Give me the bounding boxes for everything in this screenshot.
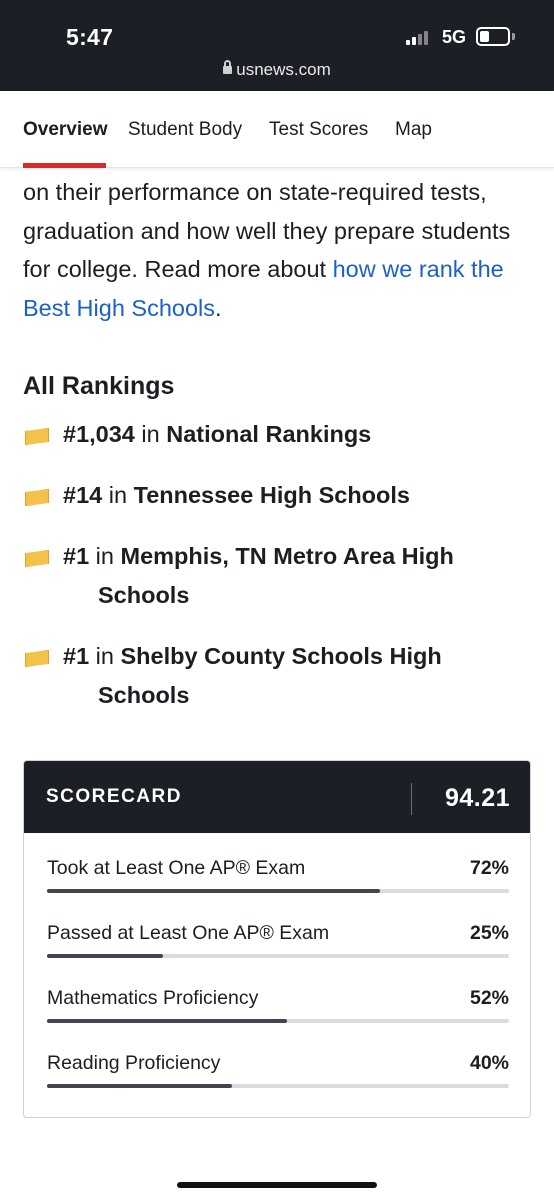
metric-value: 25%: [469, 922, 509, 944]
metric-name: Reading Proficiency: [47, 1052, 221, 1074]
tab-overview[interactable]: Overview: [23, 119, 108, 141]
metric-name: Mathematics Proficiency: [47, 987, 259, 1009]
metric-row: Reading Proficiency 40%: [47, 1052, 509, 1112]
section-tabs: Overview Student Body Test Scores Map: [0, 91, 554, 168]
metric-row: Passed at Least One AP® Exam 25%: [47, 922, 509, 982]
battery-tip: [512, 33, 515, 40]
rank-number: #14: [63, 482, 103, 508]
tab-test-scores[interactable]: Test Scores: [269, 119, 368, 141]
rank-category: National Rankings: [166, 421, 372, 447]
rank-category-cont: Schools: [98, 681, 190, 708]
ranking-item[interactable]: #14 in Tennessee High Schools: [23, 476, 533, 515]
ranking-badge-icon: [25, 489, 49, 506]
scorecard-header: SCORECARD 94.21: [24, 761, 530, 833]
rankings-heading: All Rankings: [23, 372, 175, 400]
browser-top-bar: 5:47 5G usnews.com: [0, 0, 554, 91]
metric-track: [47, 889, 509, 893]
scorecard-score: 94.21: [444, 784, 510, 812]
metric-value: 72%: [469, 857, 509, 879]
metric-track: [47, 1084, 509, 1088]
scorecard-divider: [411, 783, 412, 815]
metric-bar: [47, 1019, 288, 1023]
battery-icon: [476, 27, 510, 46]
rank-number: #1: [63, 543, 90, 569]
address-bar[interactable]: usnews.com: [0, 60, 554, 80]
intro-paragraph: on their performance on state-required t…: [23, 173, 535, 327]
rank-category-cont: Schools: [98, 581, 190, 608]
metric-bar: [47, 889, 380, 893]
metric-track: [47, 954, 509, 958]
metric-name: Took at Least One AP® Exam: [47, 857, 306, 879]
scorecard-label: SCORECARD: [46, 786, 182, 807]
tab-map[interactable]: Map: [395, 119, 432, 141]
intro-period: .: [215, 294, 222, 321]
rank-number: #1,034: [63, 421, 135, 447]
scorecard: SCORECARD 94.21 Took at Least One AP® Ex…: [23, 760, 531, 1118]
rank-number: #1: [63, 643, 90, 669]
metric-name: Passed at Least One AP® Exam: [47, 922, 330, 944]
rank-in: in: [95, 543, 114, 569]
metric-row: Took at Least One AP® Exam 72%: [47, 857, 509, 917]
home-indicator[interactable]: [177, 1182, 377, 1188]
url-text: usnews.com: [236, 60, 331, 79]
network-type: 5G: [442, 27, 467, 47]
metric-value: 40%: [469, 1052, 509, 1074]
ranking-badge-icon: [25, 428, 49, 445]
ranking-badge-icon: [25, 650, 49, 667]
metric-value: 52%: [469, 987, 509, 1009]
rank-in: in: [141, 421, 160, 447]
signal-icon: [406, 30, 428, 45]
active-tab-indicator: [23, 163, 106, 168]
rank-category: Shelby County Schools High: [120, 643, 442, 669]
metric-bar: [47, 1084, 232, 1088]
rank-category: Memphis, TN Metro Area High: [120, 543, 454, 569]
status-time: 5:47: [66, 24, 114, 50]
tab-student-body[interactable]: Student Body: [128, 119, 242, 141]
rank-in: in: [95, 643, 114, 669]
ranking-item[interactable]: #1 in Memphis, TN Metro Area High School…: [23, 537, 533, 614]
ranking-badge-icon: [25, 550, 49, 567]
rank-category: Tennessee High Schools: [133, 482, 410, 508]
lock-icon: [223, 60, 233, 74]
metric-track: [47, 1019, 509, 1023]
rank-in: in: [108, 482, 128, 508]
ranking-item[interactable]: #1 in Shelby County Schools High Schools: [23, 637, 533, 714]
metric-row: Mathematics Proficiency 52%: [47, 987, 509, 1047]
ranking-item[interactable]: #1,034 in National Rankings: [23, 415, 533, 454]
metric-bar: [47, 954, 163, 958]
